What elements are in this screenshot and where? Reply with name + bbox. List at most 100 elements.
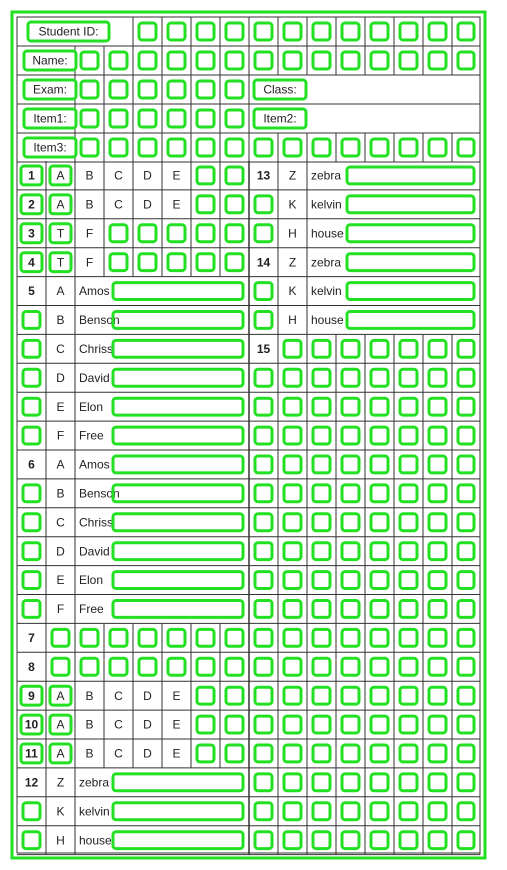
write-in-field[interactable] [345, 252, 476, 273]
answer-bubble[interactable] [456, 830, 476, 851]
answer-bubble[interactable] [21, 396, 42, 417]
answer-bubble[interactable] [224, 21, 245, 42]
answer-bubble[interactable] [369, 772, 390, 793]
answer-bubble[interactable] [311, 541, 332, 562]
answer-bubble[interactable] [253, 223, 274, 244]
answer-bubble[interactable] [369, 137, 390, 158]
answer-bubble[interactable] [369, 512, 390, 533]
answer-bubble[interactable] [166, 137, 187, 158]
answer-bubble[interactable] [427, 685, 448, 706]
answer-bubble[interactable] [195, 252, 216, 273]
write-in-field[interactable] [345, 281, 476, 302]
write-in-field[interactable] [345, 223, 476, 244]
write-in-field[interactable] [345, 310, 476, 330]
answer-bubble[interactable] [427, 483, 448, 504]
answer-bubble[interactable] [427, 50, 448, 71]
answer-bubble[interactable] [398, 512, 419, 533]
answer-bubble[interactable] [340, 801, 361, 822]
answer-bubble[interactable] [253, 541, 274, 562]
answer-bubble[interactable] [427, 830, 448, 851]
answer-bubble[interactable] [398, 483, 419, 504]
answer-bubble[interactable] [282, 685, 303, 706]
answer-bubble[interactable] [456, 50, 476, 71]
answer-bubble[interactable] [456, 512, 476, 533]
answer-bubble[interactable] [311, 599, 332, 619]
answer-bubble[interactable] [253, 830, 274, 851]
answer-bubble[interactable] [282, 772, 303, 793]
answer-bubble[interactable] [282, 801, 303, 822]
answer-bubble[interactable] [340, 454, 361, 475]
answer-bubble[interactable] [253, 599, 274, 619]
answer-bubble[interactable] [369, 743, 390, 764]
answer-bubble[interactable] [311, 685, 332, 706]
answer-bubble[interactable] [253, 772, 274, 793]
answer-bubble[interactable] [456, 21, 476, 42]
write-in-field[interactable] [111, 483, 245, 504]
answer-bubble[interactable] [398, 772, 419, 793]
answer-bubble[interactable] [166, 108, 187, 129]
answer-bubble[interactable] [253, 627, 274, 648]
answer-bubble[interactable] [398, 830, 419, 851]
answer-bubble[interactable] [398, 714, 419, 735]
answer-bubble[interactable] [282, 570, 303, 590]
write-in-field[interactable] [111, 772, 245, 793]
answer-bubble[interactable] [311, 50, 332, 71]
answer-bubble[interactable] [166, 21, 187, 42]
answer-bubble[interactable] [253, 801, 274, 822]
answer-bubble[interactable] [79, 79, 100, 100]
answer-bubble[interactable] [50, 656, 71, 677]
answer-bubble[interactable] [398, 685, 419, 706]
answer-bubble[interactable] [282, 454, 303, 475]
answer-bubble[interactable] [282, 50, 303, 71]
answer-bubble[interactable] [311, 830, 332, 851]
answer-bubble[interactable] [224, 685, 245, 706]
answer-bubble[interactable] [369, 483, 390, 504]
answer-bubble[interactable] [282, 656, 303, 677]
answer-bubble[interactable] [166, 50, 187, 71]
answer-bubble[interactable] [224, 743, 245, 764]
answer-bubble[interactable] [21, 830, 42, 851]
answer-bubble[interactable] [282, 599, 303, 619]
answer-bubble[interactable] [369, 425, 390, 446]
answer-bubble[interactable] [340, 21, 361, 42]
answer-bubble[interactable] [311, 801, 332, 822]
write-in-field[interactable] [111, 281, 245, 302]
write-in-field[interactable] [111, 310, 245, 330]
answer-bubble[interactable] [108, 79, 129, 100]
answer-bubble[interactable] [398, 541, 419, 562]
answer-bubble[interactable] [224, 50, 245, 71]
answer-bubble[interactable] [398, 21, 419, 42]
answer-bubble[interactable] [195, 79, 216, 100]
answer-bubble[interactable] [369, 570, 390, 590]
answer-bubble[interactable] [137, 252, 158, 273]
answer-bubble[interactable] [79, 50, 100, 71]
answer-bubble[interactable] [456, 541, 476, 562]
answer-bubble[interactable] [137, 627, 158, 648]
answer-bubble[interactable] [340, 425, 361, 446]
answer-bubble[interactable] [456, 483, 476, 504]
answer-bubble[interactable] [21, 367, 42, 388]
answer-bubble[interactable] [108, 223, 129, 244]
answer-bubble[interactable] [398, 50, 419, 71]
answer-bubble[interactable] [195, 714, 216, 735]
answer-bubble[interactable] [456, 396, 476, 417]
answer-bubble[interactable] [282, 483, 303, 504]
answer-bubble[interactable] [398, 454, 419, 475]
write-in-field[interactable] [111, 541, 245, 562]
answer-bubble[interactable] [456, 801, 476, 822]
answer-bubble[interactable] [340, 50, 361, 71]
answer-bubble[interactable] [340, 338, 361, 359]
answer-bubble[interactable] [398, 627, 419, 648]
answer-bubble[interactable] [137, 223, 158, 244]
answer-bubble[interactable] [195, 137, 216, 158]
answer-bubble[interactable] [166, 627, 187, 648]
write-in-field[interactable] [111, 830, 245, 851]
answer-bubble[interactable] [253, 685, 274, 706]
answer-bubble[interactable] [21, 338, 42, 359]
answer-bubble[interactable] [456, 743, 476, 764]
write-in-field[interactable] [111, 338, 245, 359]
answer-bubble[interactable] [369, 714, 390, 735]
answer-bubble[interactable] [79, 627, 100, 648]
answer-bubble[interactable] [340, 599, 361, 619]
answer-bubble[interactable] [79, 137, 100, 158]
